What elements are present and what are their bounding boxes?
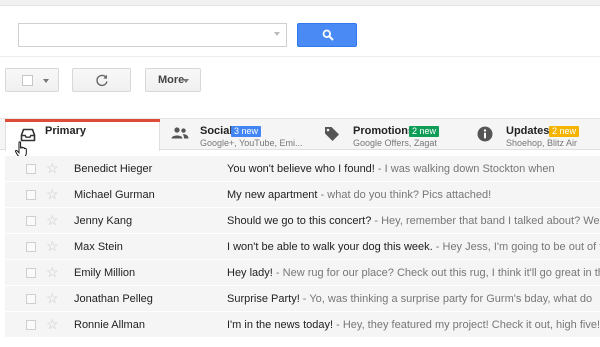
promotions-new-badge: 2 new	[409, 126, 440, 137]
row-checkbox[interactable]	[26, 164, 36, 174]
more-button-label: More	[158, 74, 185, 86]
star-icon[interactable]: ☆	[46, 186, 59, 202]
search-button[interactable]	[297, 23, 357, 47]
star-icon[interactable]: ☆	[46, 264, 59, 280]
email-subject: My new apartment	[227, 189, 318, 201]
top-bar-strip	[0, 0, 600, 6]
search-input[interactable]	[19, 24, 264, 46]
search-box[interactable]	[18, 23, 287, 47]
email-row[interactable]: ☆ Jenny Kang Should we go to this concer…	[5, 208, 600, 234]
row-checkbox[interactable]	[26, 190, 36, 200]
email-preview: My new apartment - what do you think? Pi…	[227, 189, 600, 201]
tab-social-label: Social	[200, 125, 233, 137]
tab-updates[interactable]: Updates 2 new Shoehop, Blitz Air	[467, 119, 600, 150]
updates-new-badge: 2 new	[549, 126, 580, 137]
more-button[interactable]: More	[145, 68, 201, 92]
email-row[interactable]: ☆ Ronnie Allman I'm in the news today! -…	[5, 312, 600, 338]
tab-primary-label: Primary	[45, 125, 86, 137]
email-subject: Should we go to this concert?	[227, 215, 372, 227]
search-options-caret-icon[interactable]	[274, 32, 280, 36]
email-snippet: - what do you think? Pics attached!	[317, 189, 492, 201]
email-snippet: - Hey Jess, I'm going to be out of town	[435, 241, 600, 253]
tab-updates-label: Updates	[506, 125, 550, 137]
row-checkbox[interactable]	[26, 242, 36, 252]
row-checkbox[interactable]	[26, 294, 36, 304]
email-sender: Benedict Hieger	[74, 163, 153, 175]
email-snippet: - I was walking down Stockton when	[374, 163, 555, 175]
email-subject: Surprise Party!	[227, 293, 300, 305]
email-sender: Michael Gurman	[74, 189, 155, 201]
email-row[interactable]: ☆ Jonathan Pelleg Surprise Party! - Yo, …	[5, 286, 600, 312]
email-row[interactable]: ☆ Benedict Hieger You won't believe who …	[5, 156, 600, 182]
email-snippet: - Hey, remember that band I talked about…	[371, 215, 600, 227]
tab-promotions-subtitle: Google Offers, Zagat	[353, 138, 437, 148]
search-icon	[322, 29, 334, 41]
email-preview: I won't be able to walk your dog this we…	[227, 241, 600, 253]
tab-updates-subtitle: Shoehop, Blitz Air	[506, 138, 578, 148]
chevron-down-icon	[43, 79, 49, 83]
email-snippet: - Yo, was thinking a surprise party for …	[299, 293, 593, 305]
email-sender: Max Stein	[74, 241, 123, 253]
email-sender: Ronnie Allman	[74, 319, 145, 331]
info-icon	[477, 126, 493, 142]
chevron-down-icon	[183, 79, 189, 83]
tab-promotions[interactable]: Promotions 2 new Google Offers, Zagat	[314, 119, 466, 150]
tag-icon	[325, 127, 339, 141]
email-preview: Surprise Party! - Yo, was thinking a sur…	[227, 293, 600, 305]
row-checkbox[interactable]	[26, 216, 36, 226]
star-icon[interactable]: ☆	[46, 316, 59, 332]
email-subject: I won't be able to walk your dog this we…	[227, 241, 433, 253]
row-checkbox[interactable]	[26, 320, 36, 330]
star-icon[interactable]: ☆	[46, 212, 59, 228]
refresh-icon	[96, 74, 108, 87]
tab-social-subtitle: Google+, YouTube, Emi...	[200, 138, 303, 148]
select-all-checkbox[interactable]	[22, 75, 33, 86]
tab-promotions-label: Promotions	[353, 125, 415, 137]
email-row[interactable]: ☆ Max Stein I won't be able to walk your…	[5, 234, 600, 260]
email-sender: Emily Million	[74, 267, 136, 279]
email-list: ☆ Benedict Hieger You won't believe who …	[5, 156, 600, 338]
email-sender: Jenny Kang	[74, 215, 133, 227]
email-subject: Hey lady!	[227, 267, 273, 279]
tab-primary-active-indicator	[5, 119, 160, 122]
star-icon[interactable]: ☆	[46, 160, 59, 176]
email-preview: Hey lady! - New rug for our place? Check…	[227, 267, 600, 279]
inbox-icon	[20, 128, 36, 142]
email-row[interactable]: ☆ Emily Million Hey lady! - New rug for …	[5, 260, 600, 286]
header-divider	[0, 56, 600, 57]
email-row[interactable]: ☆ Michael Gurman My new apartment - what…	[5, 182, 600, 208]
star-icon[interactable]: ☆	[46, 290, 59, 306]
tab-social[interactable]: Social 3 new Google+, YouTube, Emi...	[161, 119, 313, 150]
star-icon[interactable]: ☆	[46, 238, 59, 254]
email-sender: Jonathan Pelleg	[74, 293, 153, 305]
email-preview: Should we go to this concert? - Hey, rem…	[227, 215, 600, 227]
refresh-button[interactable]	[72, 68, 131, 92]
row-checkbox[interactable]	[26, 268, 36, 278]
email-preview: You won't believe who I found! - I was w…	[227, 163, 600, 175]
email-snippet: - New rug for our place? Check out this …	[275, 267, 600, 279]
select-all-button[interactable]	[5, 68, 59, 92]
people-icon	[171, 127, 189, 139]
email-subject: I'm in the news today!	[227, 319, 334, 331]
email-preview: I'm in the news today! - Hey, they featu…	[227, 319, 600, 331]
email-subject: You won't believe who I found!	[227, 163, 375, 175]
email-snippet: - Hey, they featured my project! Check i…	[333, 319, 600, 331]
social-new-badge: 3 new	[231, 126, 262, 137]
